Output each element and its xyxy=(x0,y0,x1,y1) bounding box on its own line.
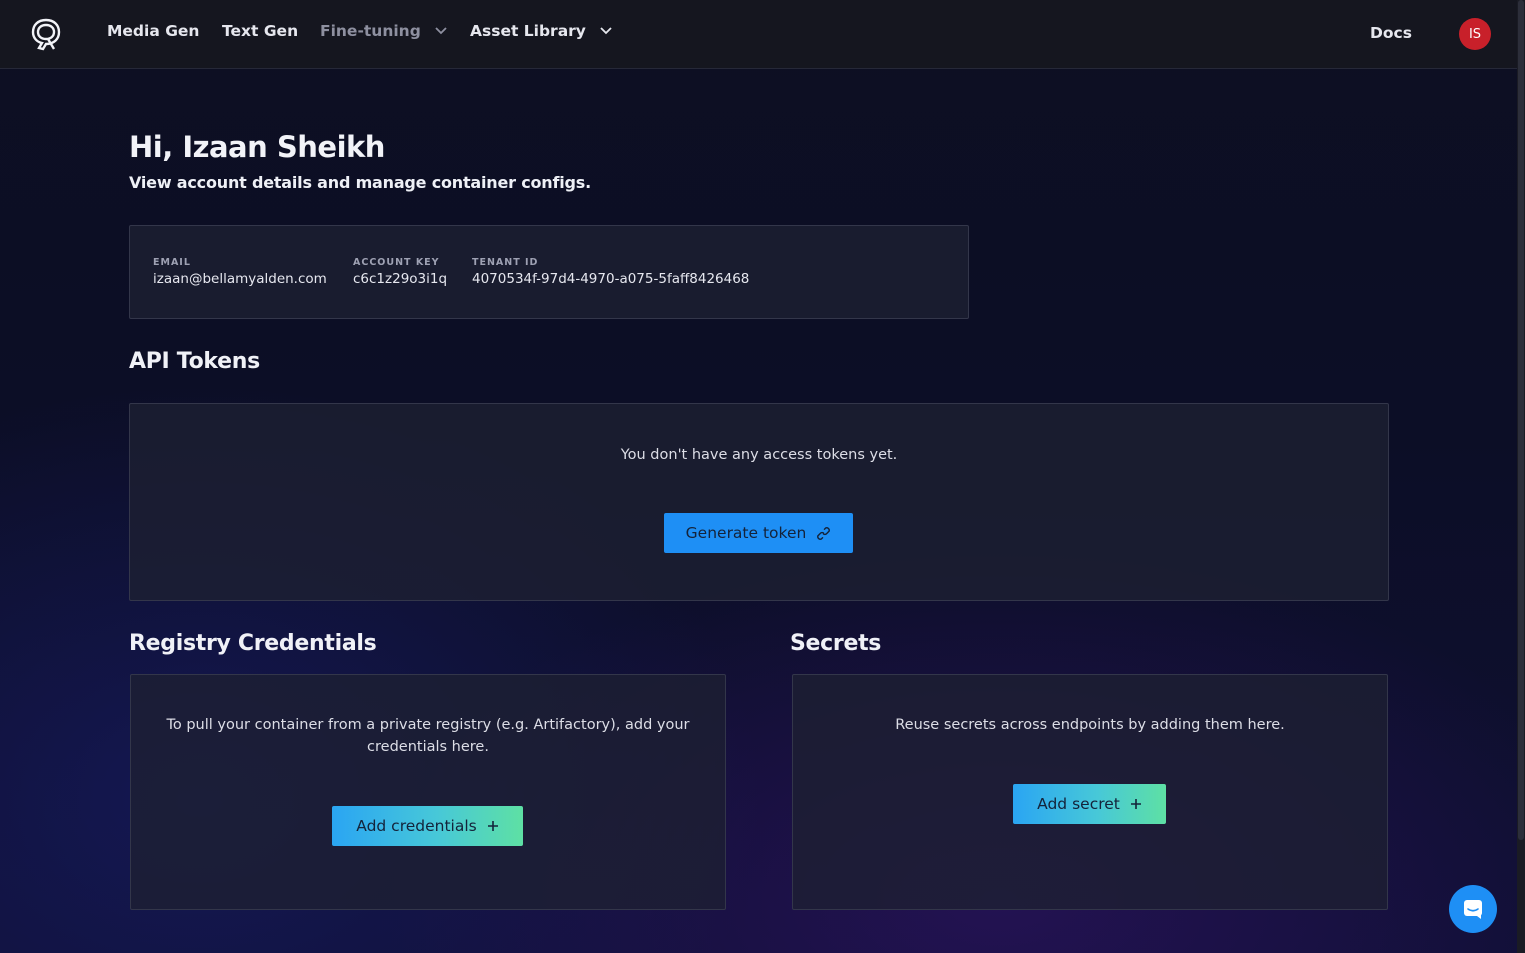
add-secret-label: Add secret xyxy=(1037,795,1120,813)
page-subtitle: View account details and manage containe… xyxy=(129,173,591,192)
nav-asset-library-label: Asset Library xyxy=(470,22,586,40)
add-secret-button[interactable]: Add secret xyxy=(1013,784,1166,824)
nav-fine-tuning[interactable]: Fine-tuning xyxy=(320,22,447,40)
add-credentials-label: Add credentials xyxy=(356,817,477,835)
api-tokens-card: You don't have any access tokens yet. Ge… xyxy=(129,403,1389,601)
logo-icon[interactable] xyxy=(30,17,62,51)
plus-icon xyxy=(487,821,498,831)
docs-link[interactable]: Docs xyxy=(1370,24,1412,42)
chevron-down-icon xyxy=(600,27,612,35)
nav-text-gen-label: Text Gen xyxy=(222,22,299,40)
email-field: EMAIL izaan@bellamyalden.com xyxy=(153,257,327,287)
generate-token-label: Generate token xyxy=(685,524,807,542)
account-key-field: ACCOUNT KEY c6c1z29o3i1q xyxy=(353,257,447,287)
tenant-id-value: 4070534f-97d4-4970-a075-5faff8426468 xyxy=(472,271,750,287)
api-tokens-empty-text: You don't have any access tokens yet. xyxy=(620,447,898,463)
page-title: Hi, Izaan Sheikh xyxy=(129,130,385,164)
account-key-value: c6c1z29o3i1q xyxy=(353,271,448,287)
email-value: izaan@bellamyalden.com xyxy=(153,271,327,287)
nav-media-gen[interactable]: Media Gen xyxy=(107,22,199,40)
api-tokens-title: API Tokens xyxy=(129,349,260,374)
registry-credentials-title: Registry Credentials xyxy=(129,631,377,656)
tenant-id-label: TENANT ID xyxy=(472,257,539,268)
tenant-id-field: TENANT ID 4070534f-97d4-4970-a075-5faff8… xyxy=(472,257,749,287)
registry-empty-text-line1: To pull your container from a private re… xyxy=(166,717,690,733)
registry-empty-text-line2: credentials here. xyxy=(367,739,489,755)
secrets-empty-text: Reuse secrets across endpoints by adding… xyxy=(895,717,1285,733)
account-key-label: ACCOUNT KEY xyxy=(353,257,440,268)
secrets-card: Reuse secrets across endpoints by adding… xyxy=(792,674,1388,910)
top-nav: Media Gen Text Gen Fine-tuning Asset Lib… xyxy=(0,0,1517,69)
nav-text-gen[interactable]: Text Gen xyxy=(222,22,298,40)
nav-fine-tuning-label: Fine-tuning xyxy=(320,22,421,40)
registry-empty-text: To pull your container from a private re… xyxy=(131,714,725,758)
email-label: EMAIL xyxy=(153,257,191,268)
page-scrollbar[interactable] xyxy=(1517,0,1525,953)
scrollbar-thumb[interactable] xyxy=(1518,0,1524,840)
plus-icon xyxy=(1130,799,1141,809)
secrets-title: Secrets xyxy=(790,631,882,656)
account-details-card: EMAIL izaan@bellamyalden.com ACCOUNT KEY… xyxy=(129,225,969,319)
avatar[interactable]: IS xyxy=(1459,18,1491,50)
add-credentials-button[interactable]: Add credentials xyxy=(332,806,523,846)
nav-asset-library[interactable]: Asset Library xyxy=(470,22,612,40)
chat-launcher-button[interactable] xyxy=(1449,885,1497,933)
generate-token-button[interactable]: Generate token xyxy=(664,513,853,553)
link-icon xyxy=(817,526,831,540)
chevron-down-icon xyxy=(435,27,447,35)
registry-credentials-card: To pull your container from a private re… xyxy=(130,674,726,910)
chat-icon xyxy=(1464,900,1482,919)
nav-media-gen-label: Media Gen xyxy=(107,22,200,40)
